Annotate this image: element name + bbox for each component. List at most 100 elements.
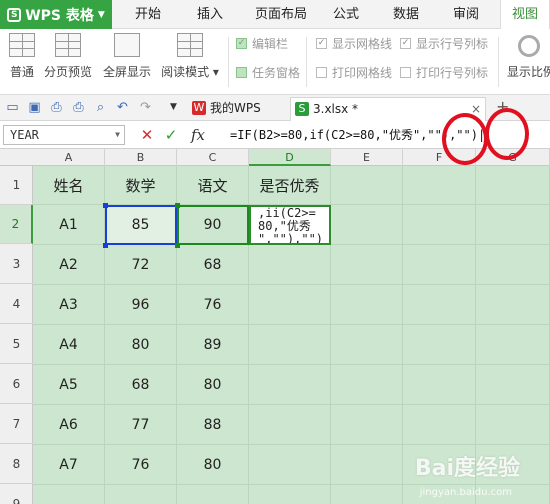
task-pane-checkbox[interactable]: 任务窗格 <box>236 64 300 82</box>
header-cell[interactable]: 姓名 <box>33 166 105 205</box>
table-cell[interactable] <box>249 445 331 485</box>
row-header-7[interactable]: 7 <box>0 405 33 444</box>
tab-view[interactable]: 视图 <box>500 0 550 30</box>
fullscreen-button[interactable]: 全屏显示 <box>100 33 154 91</box>
cell-c2-reference[interactable]: 90 <box>177 205 249 245</box>
range-handle[interactable] <box>175 243 180 248</box>
reading-mode-button[interactable]: 阅读模式 ▾ <box>158 33 222 91</box>
active-cell-d2[interactable]: ,ii(C2>= 80,"优秀 ",""),"") <box>249 205 331 245</box>
table-cell[interactable]: 68 <box>105 365 177 405</box>
column-header-c[interactable]: C <box>177 149 249 166</box>
table-cell[interactable] <box>476 325 550 365</box>
table-cell[interactable] <box>249 405 331 445</box>
export-pdf-icon[interactable]: ⎙ <box>49 100 64 115</box>
table-cell[interactable] <box>403 205 476 245</box>
row-header-1[interactable]: 1 <box>0 166 33 205</box>
table-cell[interactable] <box>403 325 476 365</box>
table-cell[interactable]: A7 <box>33 445 105 485</box>
table-cell[interactable]: A6 <box>33 405 105 445</box>
row-header-8[interactable]: 8 <box>0 445 33 484</box>
row-header-9[interactable]: 9 <box>0 485 33 504</box>
tab-data[interactable]: 数据 <box>386 0 426 29</box>
table-cell[interactable] <box>403 405 476 445</box>
table-cell[interactable]: A1 <box>33 205 105 245</box>
tab-insert[interactable]: 插入 <box>188 0 232 29</box>
normal-view-button[interactable]: 普通 <box>4 33 40 91</box>
table-cell[interactable]: A4 <box>33 325 105 365</box>
tab-page-layout[interactable]: 页面布局 <box>246 0 316 29</box>
folder-icon[interactable]: ▭ <box>5 100 20 115</box>
show-gridlines-checkbox[interactable]: ✓ 显示网格线 <box>316 35 392 53</box>
tab-home[interactable]: 开始 <box>126 0 170 29</box>
app-menu-button[interactable]: S WPS 表格 ▼ <box>0 0 112 29</box>
table-cell[interactable] <box>403 166 476 205</box>
print-icon[interactable]: ⎙ <box>71 100 86 115</box>
undo-icon[interactable]: ↶ <box>115 100 130 115</box>
table-cell[interactable] <box>33 485 105 504</box>
table-cell[interactable]: 68 <box>177 245 249 285</box>
table-cell[interactable] <box>249 365 331 405</box>
table-cell[interactable] <box>331 325 403 365</box>
tab-review[interactable]: 审阅 <box>446 0 486 29</box>
range-handle[interactable] <box>103 243 108 248</box>
table-cell[interactable] <box>331 285 403 325</box>
table-cell[interactable] <box>331 365 403 405</box>
table-cell[interactable] <box>403 245 476 285</box>
table-cell[interactable] <box>476 166 550 205</box>
doc-tab-my-wps[interactable]: W 我的WPS <box>188 97 284 121</box>
table-cell[interactable]: 76 <box>177 285 249 325</box>
column-header-a[interactable]: A <box>33 149 105 166</box>
table-cell[interactable]: 77 <box>105 405 177 445</box>
table-cell[interactable]: 88 <box>177 405 249 445</box>
page-break-preview-button[interactable]: 分页预览 <box>42 33 94 91</box>
table-cell[interactable] <box>177 485 249 504</box>
table-cell[interactable] <box>331 445 403 485</box>
print-headers-checkbox[interactable]: 打印行号列标 <box>400 64 488 82</box>
table-cell[interactable]: A3 <box>33 285 105 325</box>
print-preview-icon[interactable]: ⌕ <box>93 100 108 115</box>
table-cell[interactable] <box>249 485 331 504</box>
table-cell[interactable]: A2 <box>33 245 105 285</box>
table-cell[interactable] <box>403 365 476 405</box>
confirm-icon[interactable]: ✓ <box>162 126 180 144</box>
table-cell[interactable]: 89 <box>177 325 249 365</box>
table-cell[interactable] <box>403 285 476 325</box>
edit-bar-checkbox[interactable]: ✓ 编辑栏 <box>236 35 288 53</box>
table-cell[interactable]: 96 <box>105 285 177 325</box>
zoom-ratio-button[interactable]: 显示比例 <box>506 33 550 91</box>
table-cell[interactable] <box>476 405 550 445</box>
row-header-2[interactable]: 2 <box>0 205 33 244</box>
table-cell[interactable]: 80 <box>177 445 249 485</box>
table-cell[interactable] <box>105 485 177 504</box>
tab-formulas[interactable]: 公式 <box>326 0 366 29</box>
table-cell[interactable]: 76 <box>105 445 177 485</box>
header-cell[interactable]: 数学 <box>105 166 177 205</box>
chevron-down-icon[interactable]: ▼ <box>166 100 181 115</box>
row-header-6[interactable]: 6 <box>0 365 33 404</box>
cancel-icon[interactable]: ✕ <box>138 126 156 144</box>
table-cell[interactable]: 72 <box>105 245 177 285</box>
table-cell[interactable] <box>476 245 550 285</box>
row-header-3[interactable]: 3 <box>0 245 33 284</box>
table-cell[interactable]: 80 <box>105 325 177 365</box>
table-cell[interactable] <box>331 405 403 445</box>
table-cell[interactable] <box>331 485 403 504</box>
table-cell[interactable] <box>331 205 403 245</box>
table-cell[interactable] <box>476 285 550 325</box>
row-header-4[interactable]: 4 <box>0 285 33 324</box>
table-cell[interactable] <box>476 205 550 245</box>
cell-b2-reference[interactable]: 85 <box>105 205 177 245</box>
table-cell[interactable] <box>249 325 331 365</box>
insert-function-icon[interactable]: fx <box>186 126 210 144</box>
name-box[interactable]: YEAR ▼ <box>3 125 125 145</box>
range-handle[interactable] <box>103 203 108 208</box>
table-cell[interactable]: A5 <box>33 365 105 405</box>
save-icon[interactable]: ▣ <box>27 100 42 115</box>
range-handle[interactable] <box>175 203 180 208</box>
column-header-b[interactable]: B <box>105 149 177 166</box>
show-headers-checkbox[interactable]: ✓ 显示行号列标 <box>400 35 488 53</box>
table-cell[interactable] <box>331 166 403 205</box>
table-cell[interactable]: 80 <box>177 365 249 405</box>
redo-icon[interactable]: ↷ <box>138 100 153 115</box>
header-cell[interactable]: 语文 <box>177 166 249 205</box>
